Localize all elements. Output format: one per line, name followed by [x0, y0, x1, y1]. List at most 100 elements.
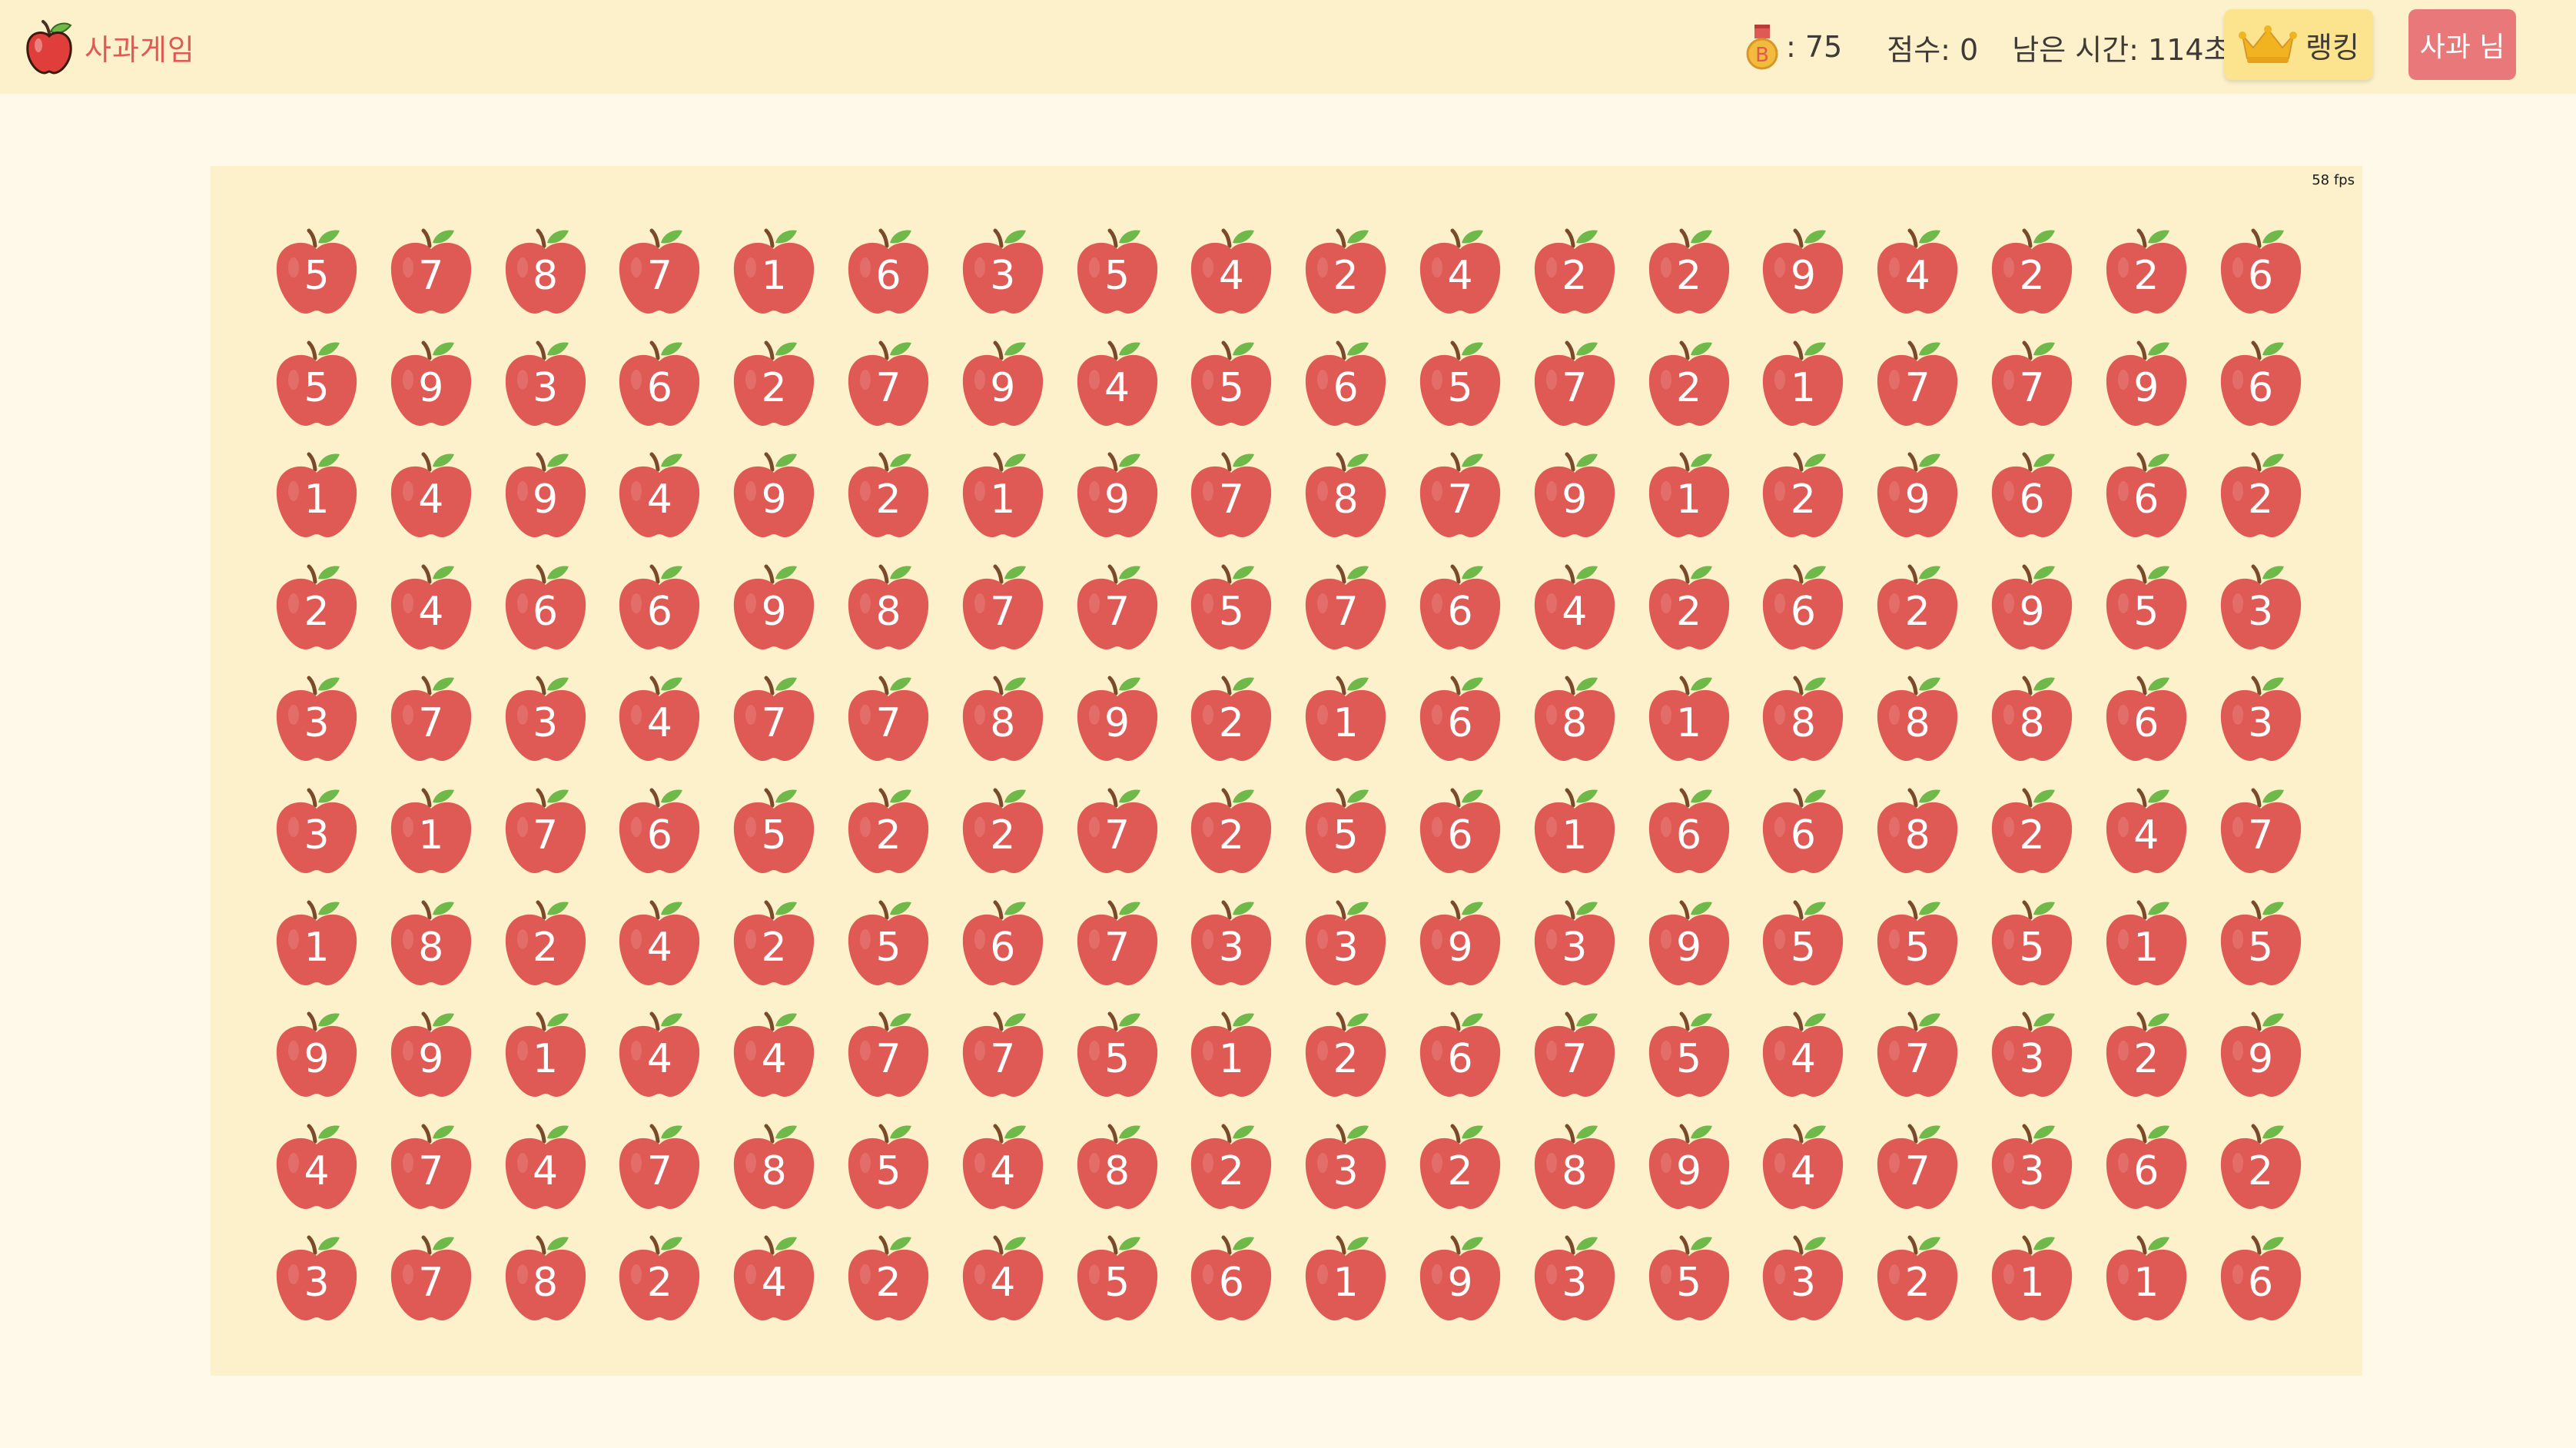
apple-cell[interactable]: 8: [1758, 670, 1847, 762]
apple-cell[interactable]: 2: [1301, 223, 1390, 315]
ranking-button[interactable]: 랭킹: [2224, 9, 2373, 80]
apple-cell[interactable]: 4: [615, 447, 704, 539]
apple-cell[interactable]: 4: [958, 1230, 1047, 1322]
apple-cell[interactable]: 6: [844, 223, 933, 315]
apple-cell[interactable]: 7: [615, 223, 704, 315]
apple-cell[interactable]: 1: [1530, 782, 1619, 875]
apple-cell[interactable]: 1: [958, 447, 1047, 539]
apple-cell[interactable]: 9: [729, 559, 818, 651]
apple-cell[interactable]: 7: [1416, 447, 1505, 539]
apple-cell[interactable]: 8: [1073, 1118, 1162, 1211]
apple-cell[interactable]: 7: [1873, 335, 1962, 427]
apple-cell[interactable]: 3: [1758, 1230, 1847, 1322]
apple-cell[interactable]: 1: [272, 895, 361, 987]
apple-cell[interactable]: 1: [2102, 1230, 2191, 1322]
apple-cell[interactable]: 2: [844, 782, 933, 875]
apple-cell[interactable]: 6: [1416, 670, 1505, 762]
apple-grid[interactable]: 5787163542422942265936279456572177961494…: [211, 166, 2362, 1376]
apple-cell[interactable]: 1: [1301, 670, 1390, 762]
apple-cell[interactable]: 9: [1416, 895, 1505, 987]
apple-cell[interactable]: 4: [1530, 559, 1619, 651]
apple-cell[interactable]: 5: [272, 335, 361, 427]
apple-cell[interactable]: 7: [1530, 1006, 1619, 1098]
user-button[interactable]: 사과 님: [2408, 9, 2516, 80]
apple-cell[interactable]: 2: [1530, 223, 1619, 315]
apple-cell[interactable]: 7: [1873, 1006, 1962, 1098]
apple-cell[interactable]: 6: [2216, 335, 2305, 427]
apple-cell[interactable]: 3: [2216, 559, 2305, 651]
apple-cell[interactable]: 6: [1301, 335, 1390, 427]
apple-cell[interactable]: 6: [1758, 559, 1847, 651]
apple-cell[interactable]: 2: [1873, 1230, 1962, 1322]
apple-cell[interactable]: 6: [1416, 559, 1505, 651]
apple-cell[interactable]: 7: [387, 1118, 476, 1211]
apple-cell[interactable]: 9: [1873, 447, 1962, 539]
apple-cell[interactable]: 8: [1530, 1118, 1619, 1211]
apple-cell[interactable]: 6: [501, 559, 590, 651]
apple-cell[interactable]: 1: [1645, 447, 1734, 539]
apple-cell[interactable]: 2: [501, 895, 590, 987]
apple-cell[interactable]: 5: [844, 895, 933, 987]
apple-cell[interactable]: 7: [1187, 447, 1276, 539]
apple-cell[interactable]: 2: [1187, 782, 1276, 875]
apple-cell[interactable]: 8: [844, 559, 933, 651]
apple-cell[interactable]: 7: [1987, 335, 2076, 427]
apple-cell[interactable]: 6: [2216, 223, 2305, 315]
apple-cell[interactable]: 5: [1758, 895, 1847, 987]
apple-cell[interactable]: 9: [958, 335, 1047, 427]
apple-cell[interactable]: 1: [1301, 1230, 1390, 1322]
apple-cell[interactable]: 6: [1645, 782, 1734, 875]
apple-cell[interactable]: 8: [501, 223, 590, 315]
apple-cell[interactable]: 1: [729, 223, 818, 315]
apple-cell[interactable]: 1: [1645, 670, 1734, 762]
apple-cell[interactable]: 9: [2216, 1006, 2305, 1098]
apple-cell[interactable]: 8: [729, 1118, 818, 1211]
apple-cell[interactable]: 6: [1987, 447, 2076, 539]
apple-cell[interactable]: 9: [1073, 447, 1162, 539]
apple-cell[interactable]: 8: [501, 1230, 590, 1322]
apple-cell[interactable]: 9: [1758, 223, 1847, 315]
apple-cell[interactable]: 6: [958, 895, 1047, 987]
apple-cell[interactable]: 2: [1758, 447, 1847, 539]
apple-cell[interactable]: 9: [1530, 447, 1619, 539]
apple-cell[interactable]: 7: [729, 670, 818, 762]
apple-cell[interactable]: 7: [1301, 559, 1390, 651]
apple-cell[interactable]: 4: [272, 1118, 361, 1211]
apple-cell[interactable]: 3: [1187, 895, 1276, 987]
apple-cell[interactable]: 6: [615, 559, 704, 651]
apple-cell[interactable]: 5: [1645, 1230, 1734, 1322]
apple-cell[interactable]: 1: [272, 447, 361, 539]
apple-cell[interactable]: 7: [501, 782, 590, 875]
apple-cell[interactable]: 3: [1987, 1006, 2076, 1098]
apple-cell[interactable]: 4: [1758, 1118, 1847, 1211]
apple-cell[interactable]: 4: [501, 1118, 590, 1211]
apple-cell[interactable]: 3: [501, 670, 590, 762]
brand[interactable]: 사과게임: [25, 17, 195, 77]
apple-cell[interactable]: 8: [387, 895, 476, 987]
apple-cell[interactable]: 3: [958, 223, 1047, 315]
apple-cell[interactable]: 3: [2216, 670, 2305, 762]
apple-cell[interactable]: 5: [1073, 223, 1162, 315]
apple-cell[interactable]: 5: [729, 782, 818, 875]
apple-cell[interactable]: 2: [1416, 1118, 1505, 1211]
game-board[interactable]: 58 fps 578716354242294226593627945657217…: [211, 166, 2362, 1376]
apple-cell[interactable]: 2: [844, 1230, 933, 1322]
apple-cell[interactable]: 8: [1530, 670, 1619, 762]
apple-cell[interactable]: 4: [729, 1230, 818, 1322]
apple-cell[interactable]: 5: [1073, 1230, 1162, 1322]
apple-cell[interactable]: 7: [844, 335, 933, 427]
apple-cell[interactable]: 2: [844, 447, 933, 539]
apple-cell[interactable]: 6: [615, 335, 704, 427]
apple-cell[interactable]: 9: [272, 1006, 361, 1098]
apple-cell[interactable]: 5: [272, 223, 361, 315]
apple-cell[interactable]: 9: [1645, 1118, 1734, 1211]
apple-cell[interactable]: 9: [2102, 335, 2191, 427]
apple-cell[interactable]: 3: [1987, 1118, 2076, 1211]
apple-cell[interactable]: 6: [1416, 782, 1505, 875]
apple-cell[interactable]: 1: [501, 1006, 590, 1098]
apple-cell[interactable]: 7: [1073, 895, 1162, 987]
apple-cell[interactable]: 5: [1073, 1006, 1162, 1098]
apple-cell[interactable]: 4: [1873, 223, 1962, 315]
apple-cell[interactable]: 7: [2216, 782, 2305, 875]
apple-cell[interactable]: 4: [1758, 1006, 1847, 1098]
